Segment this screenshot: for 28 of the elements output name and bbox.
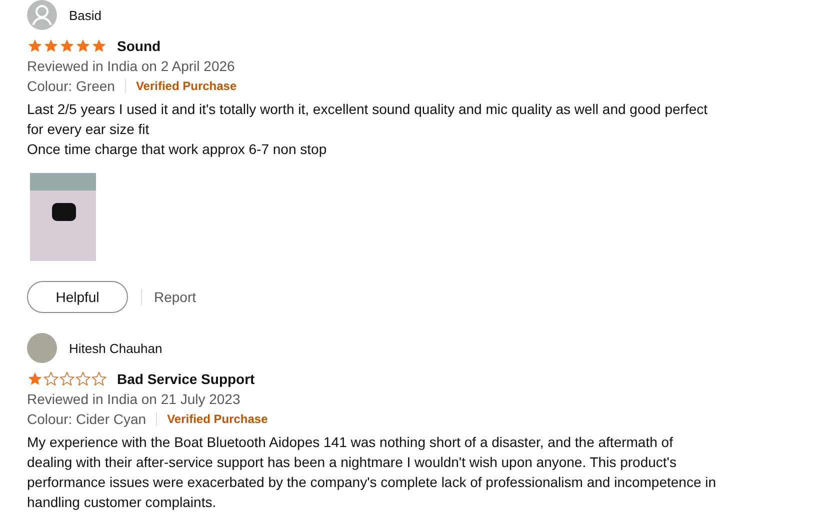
star-icon <box>43 371 59 387</box>
star-icon <box>91 38 107 54</box>
reviewer-name[interactable]: Basid <box>69 8 102 22</box>
star-icon <box>59 371 75 387</box>
verified-purchase-label: Verified Purchase <box>136 79 237 93</box>
reviewer-name[interactable]: Hitesh Chauhan <box>69 340 162 356</box>
star-icon <box>75 38 91 54</box>
review-text: My experience with the Boat Bluetooth Aidopes 141 was nothing short of a disaster, and the aftermath of dealing with their after-service support has been a nightmare I wouldn't wish upon anyone. This product's performance issues were exacerbated by the company's complete lack of professionalism and incompetence in handling customer complaints. <box>27 433 717 512</box>
review-title[interactable]: Bad Service Support <box>117 371 255 387</box>
star-icon <box>27 371 43 387</box>
review-date: Reviewed in India on 21 July 2023 <box>27 390 242 409</box>
verified-purchase-label: Verified Purchase <box>167 412 268 426</box>
star-icon <box>75 371 91 387</box>
review-date: Reviewed in India on 2 April 2026 <box>27 57 236 76</box>
review-text: Once time charge that work approx 6-7 non stop <box>27 140 328 159</box>
avatar-icon <box>27 0 57 30</box>
report-link[interactable]: Report <box>141 289 196 305</box>
review-text: Last 2/5 years I used it and it's totally worth it, excellent sound quality and mic quality as well and good perfect for every ear size fit <box>27 100 708 139</box>
star-icon <box>91 371 107 387</box>
review-title[interactable]: Sound <box>117 38 161 54</box>
photo-placeholder[interactable] <box>30 173 96 261</box>
helpful-button[interactable]: Helpful <box>27 281 128 313</box>
colour-variant: Colour: Green <box>27 77 115 96</box>
colour-variant: Colour: Cider Cyan <box>27 410 146 429</box>
avatar-photo <box>27 333 57 363</box>
star-icon <box>43 38 59 54</box>
star-icon <box>59 38 75 54</box>
star-icon <box>27 38 43 54</box>
